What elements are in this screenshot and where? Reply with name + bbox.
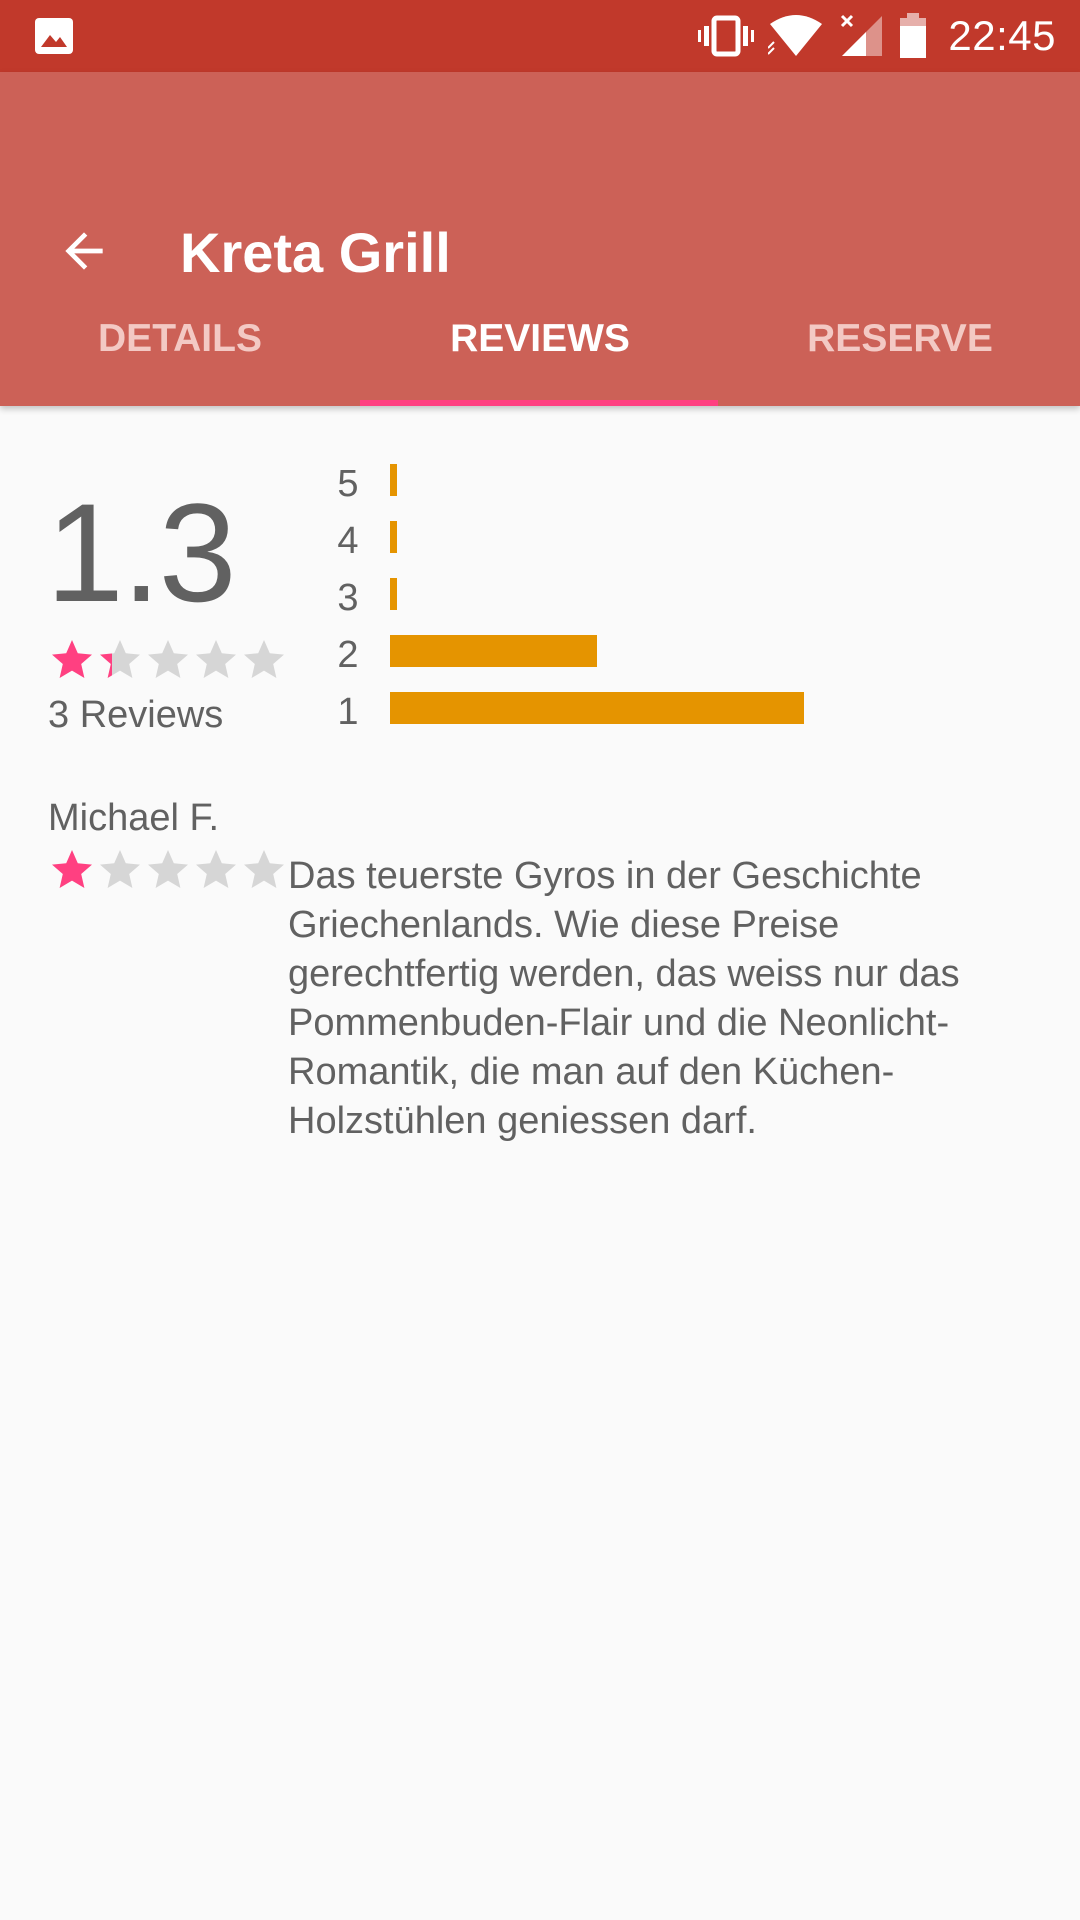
histogram-row: 2 <box>330 629 1030 681</box>
star-icon <box>148 850 188 888</box>
star-icon <box>100 640 140 678</box>
status-icons: 22:45 <box>698 0 1056 72</box>
histogram-bar <box>390 635 597 667</box>
star-icon <box>148 640 188 678</box>
star-icon <box>52 850 92 888</box>
clock: 22:45 <box>948 12 1056 59</box>
cellular-icon <box>841 14 883 56</box>
histogram-label: 1 <box>337 691 359 733</box>
histogram-row: 1 <box>330 686 1030 738</box>
tab-reviews[interactable]: REVIEWS <box>360 272 720 406</box>
tab-reserve[interactable]: RESERVE <box>720 272 1080 406</box>
review-text: Das teuerste Gyros in der Geschichte Gri… <box>288 855 960 1142</box>
histogram-label: 5 <box>337 463 359 505</box>
arrow-back-icon <box>65 232 103 270</box>
histogram-bar <box>390 578 397 610</box>
histogram-bar <box>390 521 397 553</box>
histogram-label: 4 <box>337 520 359 562</box>
histogram-label: 2 <box>337 634 359 676</box>
star-icon <box>244 850 284 888</box>
star-icon <box>244 640 284 678</box>
histogram-bar <box>390 464 397 496</box>
star-icon <box>52 640 92 678</box>
summary-star-rating <box>48 636 288 684</box>
star-icon <box>196 850 236 888</box>
review-star-rating <box>48 846 288 894</box>
histogram-row: 3 <box>330 572 1030 624</box>
tab-details[interactable]: DETAILS <box>0 272 360 406</box>
gallery-icon <box>35 18 73 54</box>
status-bar: 22:45 <box>0 0 1080 72</box>
tab-bar: DETAILS REVIEWS RESERVE <box>0 272 1080 406</box>
wifi-icon <box>768 15 823 56</box>
histogram-row: 4 <box>330 515 1030 567</box>
histogram-row: 5 <box>330 458 1030 510</box>
reviews-count: 3 Reviews <box>48 694 224 736</box>
star-icon <box>100 850 140 888</box>
histogram-bar <box>390 692 804 724</box>
vibrate-icon <box>698 15 755 57</box>
histogram-label: 3 <box>337 577 359 619</box>
average-rating: 1.3 <box>46 474 237 631</box>
rating-histogram: 5 4 3 2 1 <box>330 458 1030 748</box>
tab-indicator <box>360 400 718 406</box>
reviewer-name: Michael F. <box>48 797 220 839</box>
star-icon <box>196 640 236 678</box>
battery-icon <box>900 13 927 58</box>
